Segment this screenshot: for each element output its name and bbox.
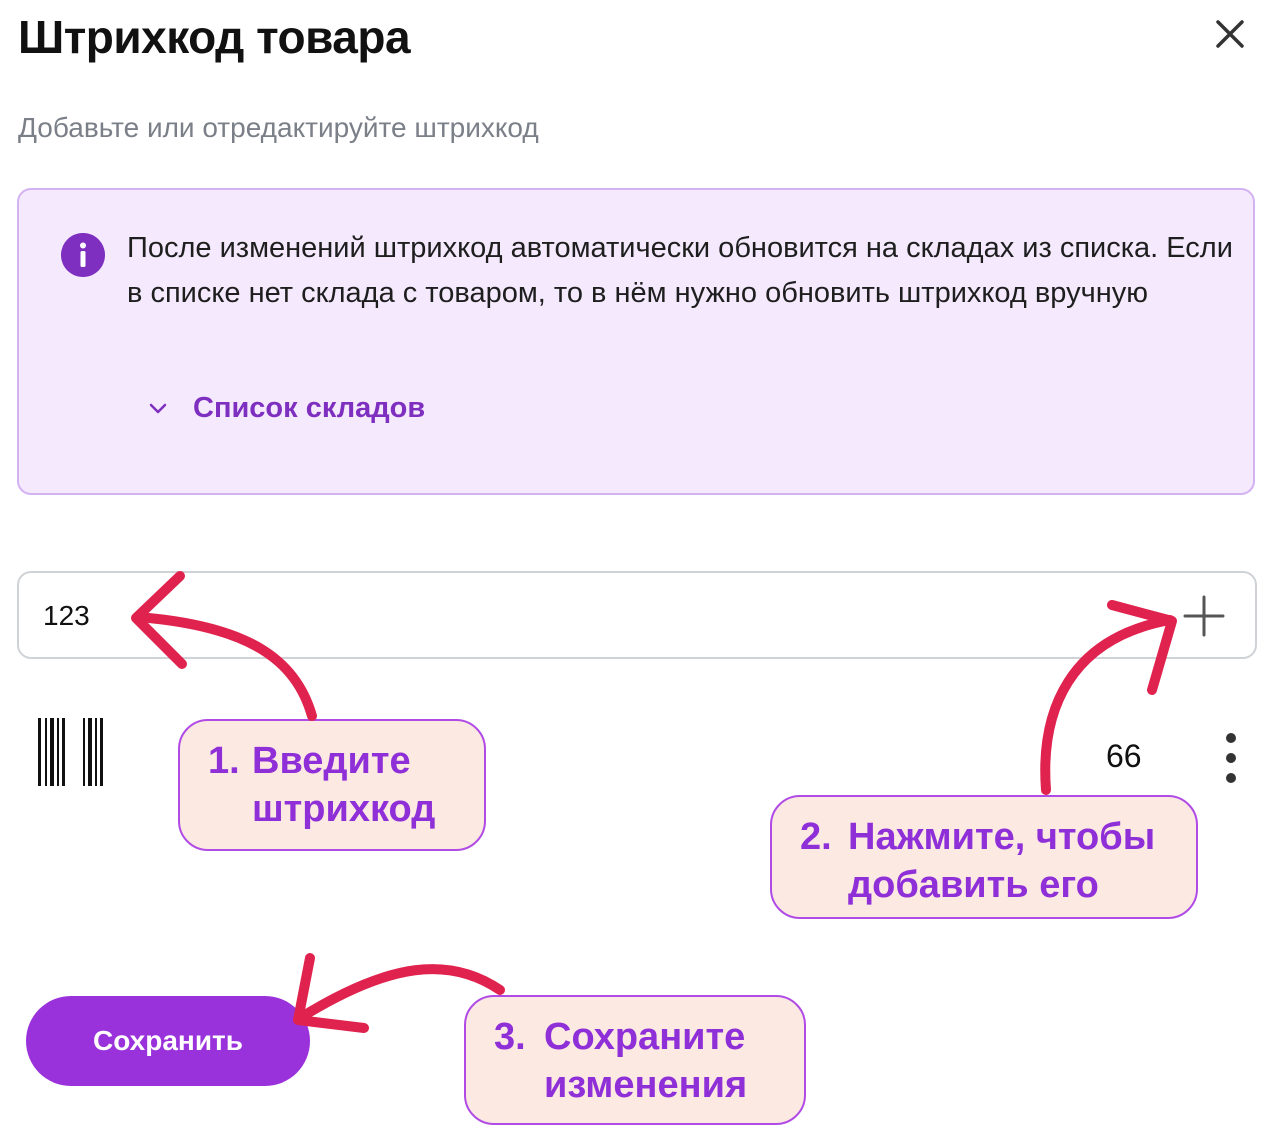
barcode-input[interactable] (41, 587, 1145, 645)
callout-step-1-number: 1. (208, 740, 240, 782)
callout-step-1-line1: Введите (252, 740, 411, 782)
plus-icon[interactable] (1180, 592, 1228, 640)
save-button[interactable]: Сохранить (26, 996, 310, 1086)
more-vertical-icon[interactable] (1214, 730, 1248, 786)
info-banner-text: После изменений штрихкод автоматически о… (127, 232, 1233, 309)
callout-step-2-line2: добавить его (848, 864, 1099, 906)
dialog-subtitle: Добавьте или отредактируйте штрихкод (18, 112, 539, 143)
close-icon[interactable] (1208, 12, 1252, 56)
callout-step-3: 3. Сохраните изменения (464, 995, 806, 1125)
callout-step-1: 1. Введите штрихкод (178, 719, 486, 851)
barcode-icon (38, 718, 103, 786)
callout-step-2: 2. Нажмите, чтобы добавить его (770, 795, 1198, 919)
callout-step-3-line1: Сохраните (544, 1016, 746, 1058)
callout-step-1-line2: штрихкод (252, 788, 436, 830)
arrow-to-save-head (293, 953, 369, 1033)
callout-step-3-number: 3. (494, 1016, 526, 1058)
warehouses-list-toggle[interactable]: Список складов (147, 388, 425, 428)
callout-step-3-line2: изменения (544, 1064, 748, 1106)
barcode-input-field[interactable] (17, 571, 1257, 659)
callout-step-2-line1: Нажмите, чтобы (848, 816, 1156, 858)
chevron-down-icon (149, 403, 167, 414)
callout-step-2-number: 2. (800, 816, 832, 858)
info-icon (61, 233, 105, 277)
warehouses-list-label: Список складов (193, 391, 426, 424)
info-banner: После изменений штрихкод автоматически о… (17, 188, 1255, 495)
dialog-title: Штрихкод товара (18, 11, 411, 63)
annotation-arrows (131, 571, 1177, 1033)
barcode-value: 66 (1106, 738, 1142, 774)
